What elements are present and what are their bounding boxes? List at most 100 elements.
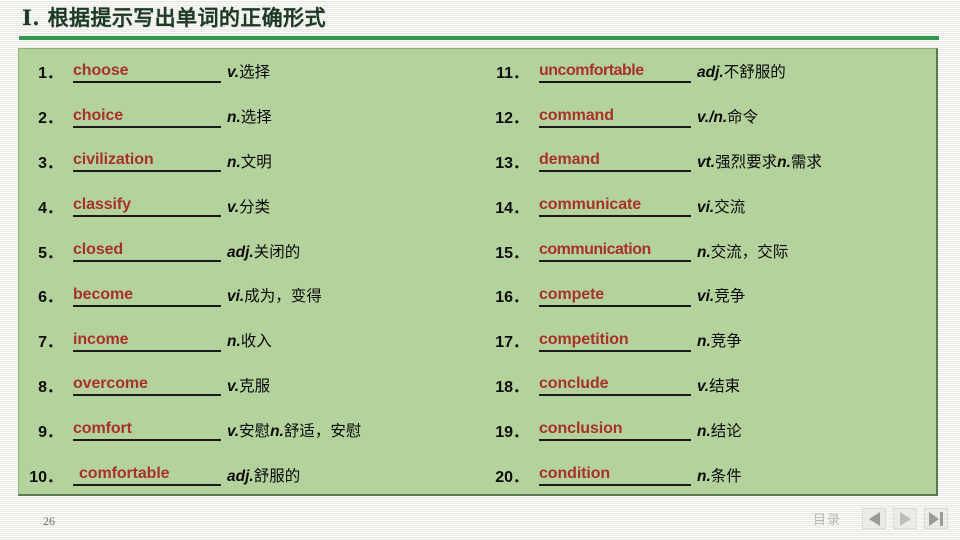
vocab-row: 3． civilization n.文明	[19, 139, 489, 184]
answer-blank[interactable]: civilization	[73, 149, 221, 173]
answer-word: conclusion	[539, 420, 623, 438]
definition-text: vt.强烈要求n.需求	[697, 152, 822, 171]
vocab-row: 1． choose v.选择	[19, 49, 489, 94]
definition-text: adj.关闭的	[227, 242, 301, 261]
vocab-row: 11． uncomfortable adj.不舒服的	[481, 49, 937, 94]
part-of-speech: n.	[697, 467, 711, 485]
part-of-speech: n.	[227, 333, 241, 351]
definition-text: adj.舒服的	[227, 466, 301, 485]
vocab-row: 18． conclude v.结束	[481, 363, 937, 408]
definition-text: v.分类	[227, 197, 271, 216]
definition-text: n.文明	[227, 152, 272, 171]
answer-blank[interactable]: command	[539, 105, 691, 128]
answer-blank[interactable]: conclusion	[539, 418, 691, 442]
vocab-row: 20． condition n.条件	[481, 452, 937, 497]
vocab-row: 16． compete vi.竞争	[481, 273, 937, 318]
vocab-row: 5． closed adj.关闭的	[19, 228, 489, 273]
vocab-row: 8． overcome v.克服	[19, 363, 489, 408]
answer-blank[interactable]: closed	[73, 239, 221, 263]
part-of-speech: vi.	[697, 198, 715, 216]
row-number: 10．	[29, 468, 63, 486]
definition-text: vi.成为，变得	[227, 287, 322, 306]
title-block: I. 根据提示写出单词的正确形式	[0, 0, 960, 46]
definition-text: vi.竞争	[697, 287, 746, 306]
answer-blank[interactable]: communicate	[539, 194, 691, 218]
vocab-row: 19． conclusion n.结论	[481, 407, 937, 452]
answer-blank[interactable]: overcome	[73, 373, 221, 397]
part-of-speech: n.	[697, 333, 711, 351]
vocab-row: 17． competition n.竞争	[481, 318, 937, 363]
row-number: 16．	[495, 289, 529, 307]
answer-blank[interactable]: income	[73, 329, 221, 352]
definition-text: v.选择	[227, 63, 271, 82]
definition-text: v./n.命令	[697, 108, 759, 127]
answer-blank[interactable]: conclude	[539, 373, 691, 397]
row-number: 7．	[38, 334, 63, 352]
vocab-row: 13． demand vt.强烈要求n.需求	[481, 139, 937, 184]
part-of-speech-secondary: n.	[270, 422, 284, 440]
last-slide-button[interactable]	[924, 508, 948, 529]
answer-blank[interactable]: become	[73, 284, 221, 307]
answer-word: comfortable	[79, 465, 170, 483]
answer-blank[interactable]: classify	[73, 194, 221, 218]
vocab-row: 15． communication n.交流，交际	[481, 228, 937, 273]
answer-blank[interactable]: uncomfortable	[539, 60, 691, 83]
vocab-row: 14． communicate vi.交流	[481, 183, 937, 228]
page-number: 26	[43, 514, 55, 528]
answer-word: closed	[73, 241, 124, 259]
answer-word: condition	[539, 465, 611, 483]
vocab-row: 10． comfortable adj.舒服的	[19, 452, 489, 497]
row-number: 4．	[38, 199, 63, 217]
answer-blank[interactable]: choose	[73, 60, 221, 83]
part-of-speech-secondary: n.	[777, 153, 791, 171]
answer-blank[interactable]: choice	[73, 105, 221, 128]
answer-blank[interactable]: demand	[539, 149, 691, 173]
row-number: 11．	[496, 65, 529, 83]
answer-word: command	[539, 106, 614, 124]
answer-blank[interactable]: condition	[539, 463, 691, 487]
contents-link[interactable]: 目录	[813, 509, 841, 528]
page-title: I. 根据提示写出单词的正确形式	[22, 5, 326, 30]
row-number: 12．	[495, 110, 529, 128]
part-of-speech: n.	[697, 243, 711, 261]
definition-text: adj.不舒服的	[697, 63, 786, 82]
answer-blank[interactable]: competition	[539, 329, 691, 352]
part-of-speech: v.	[227, 198, 240, 216]
part-of-speech: v.	[227, 377, 240, 395]
answer-word: income	[73, 330, 129, 348]
part-of-speech: n.	[227, 109, 241, 127]
vocab-row: 2． choice n.选择	[19, 94, 489, 139]
part-of-speech: vi.	[227, 288, 245, 306]
next-slide-button[interactable]	[893, 508, 917, 529]
row-number: 3．	[38, 154, 63, 172]
part-of-speech: v.	[227, 64, 240, 82]
answer-word: choose	[73, 61, 129, 79]
answer-blank[interactable]: compete	[539, 284, 691, 307]
answer-word: uncomfortable	[539, 61, 644, 79]
vocab-row: 4． classify v.分类	[19, 183, 489, 228]
row-number: 19．	[495, 423, 529, 441]
previous-slide-button[interactable]	[862, 508, 886, 529]
row-number: 8．	[38, 378, 63, 396]
vocab-row: 9． comfort v.安慰n.舒适，安慰	[19, 407, 489, 452]
answer-blank[interactable]: comfortable	[73, 463, 221, 487]
part-of-speech: v.	[227, 422, 240, 440]
vocabulary-column-left: 1． choose v.选择 2． choice n.选择 3． civilization n.…	[19, 49, 489, 497]
row-number: 20．	[495, 468, 529, 486]
row-number: 9．	[38, 423, 63, 441]
answer-word: civilization	[73, 151, 154, 169]
vocab-row: 12． command v./n.命令	[481, 94, 937, 139]
row-number: 14．	[495, 199, 529, 217]
definition-text: v.克服	[227, 376, 271, 395]
definition-text: v.安慰n.舒适，安慰	[227, 421, 362, 440]
answer-word: demand	[539, 151, 600, 169]
row-number: 13．	[495, 154, 529, 172]
footer-navigation: 目录	[813, 508, 948, 529]
row-number: 2．	[38, 110, 63, 128]
triangle-left-icon	[868, 511, 880, 526]
answer-blank[interactable]: comfort	[73, 418, 221, 442]
answer-blank[interactable]: communication	[539, 239, 691, 263]
definition-text: vi.交流	[697, 197, 746, 216]
definition-text: n.结论	[697, 421, 742, 440]
answer-word: comfort	[73, 420, 132, 438]
